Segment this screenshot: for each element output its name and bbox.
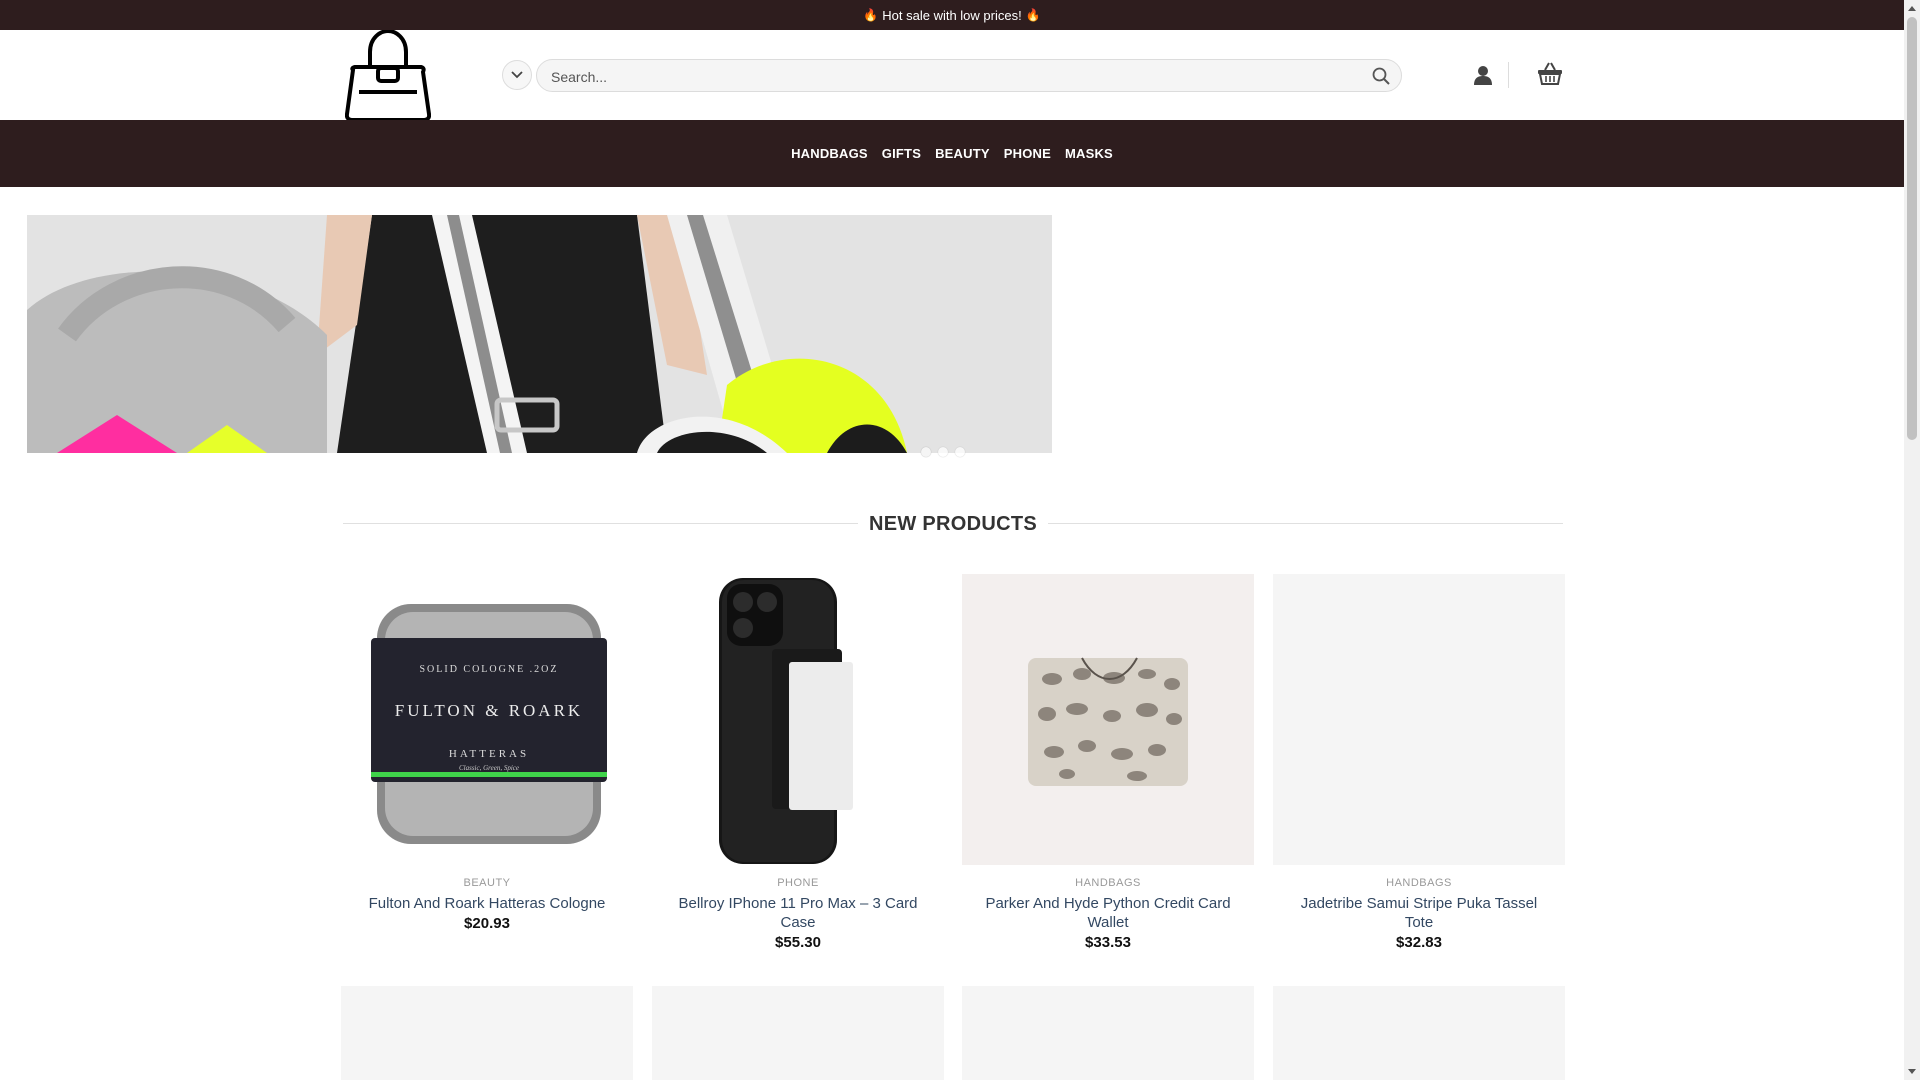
product-price: $55.30 [775, 934, 821, 951]
search-input[interactable] [549, 60, 1353, 93]
product-price: $32.83 [1396, 934, 1442, 951]
product-category: HANDBAGS [1075, 877, 1141, 889]
product-name[interactable]: Fulton And Roark Hatteras Cologne [341, 894, 633, 913]
product-image[interactable] [962, 574, 1254, 865]
nav-item-phone[interactable]: PHONE [1004, 146, 1051, 161]
nav-item-gifts[interactable]: GIFTS [882, 146, 921, 161]
product-price: $33.53 [1085, 934, 1131, 951]
product-name[interactable]: Parker And Hyde Python Credit Card Walle… [962, 894, 1254, 932]
scroll-down-arrow-icon[interactable] [1904, 1064, 1920, 1080]
section-title: NEW PRODUCTS [868, 513, 1038, 535]
cologne-tin-image: SOLID COLOGNE .2OZ FULTON & ROARK HATTER… [341, 574, 633, 865]
nav-item-handbags[interactable]: HANDBAGS [791, 146, 868, 161]
promo-bar: 🔥 Hot sale with low prices! 🔥 [0, 0, 1904, 30]
scroll-up-arrow-icon[interactable] [1904, 0, 1920, 16]
slider-dot[interactable] [921, 447, 931, 457]
python-wallet-image [962, 574, 1254, 865]
search-icon[interactable] [1371, 66, 1391, 86]
slider-dot[interactable] [938, 447, 948, 457]
nav-item-masks[interactable]: MASKS [1065, 146, 1113, 161]
phone-case-image [652, 574, 944, 865]
site-header [0, 28, 1904, 122]
label-top: SOLID COLOGNE .2OZ [419, 664, 558, 675]
product-card[interactable]: HANDBAGS Parker And Hyde Python Credit C… [962, 574, 1254, 951]
product-card[interactable]: HANDBAGS Jadetribe Samui Stripe Puka Tas… [1273, 574, 1565, 951]
main-nav: HANDBAGS GIFTS BEAUTY PHONE MASKS [0, 120, 1904, 187]
product-image-placeholder[interactable] [1273, 986, 1565, 1080]
shopping-bag-logo-icon [344, 28, 432, 122]
page: 🔥 Hot sale with low prices! 🔥 Search... … [0, 0, 1904, 1080]
divider-line [1048, 523, 1563, 524]
product-name[interactable]: Jadetribe Samui Stripe Puka Tassel Tote [1273, 894, 1565, 932]
product-image[interactable]: SOLID COLOGNE .2OZ FULTON & ROARK HATTER… [341, 574, 633, 865]
label-brand: FULTON & ROARK [395, 701, 583, 720]
label-sub: Classic, Green, Spice [459, 764, 519, 772]
product-image[interactable] [652, 574, 944, 865]
product-card[interactable]: SOLID COLOGNE .2OZ FULTON & ROARK HATTER… [341, 574, 633, 932]
product-image[interactable] [1273, 574, 1565, 865]
flame-icon: 🔥 [1025, 8, 1041, 22]
section-header: NEW PRODUCTS [343, 510, 1563, 538]
vertical-scrollbar[interactable] [1904, 0, 1920, 1080]
product-image-placeholder[interactable] [962, 986, 1254, 1080]
cart-basket-icon[interactable] [1537, 62, 1563, 86]
chevron-down-icon [511, 71, 523, 79]
slider-dots [921, 447, 965, 457]
promo-text: Hot sale with low prices! [882, 7, 1022, 23]
site-logo[interactable] [344, 28, 432, 122]
header-divider [1508, 62, 1509, 88]
hero-image [27, 215, 1052, 453]
product-category: BEAUTY [463, 877, 511, 889]
nav-item-beauty[interactable]: BEAUTY [935, 146, 990, 161]
slider-dot[interactable] [955, 447, 965, 457]
label-name: HATTERAS [449, 748, 529, 760]
user-account-icon[interactable] [1472, 64, 1494, 86]
product-category: PHONE [777, 877, 819, 889]
search-box [536, 59, 1402, 93]
flame-icon: 🔥 [863, 8, 879, 22]
scrollbar-thumb[interactable] [1907, 17, 1917, 440]
product-image-placeholder[interactable] [652, 986, 944, 1080]
hero-slider[interactable] [27, 215, 1052, 453]
product-image-placeholder[interactable] [341, 986, 633, 1080]
product-category: HANDBAGS [1386, 877, 1452, 889]
product-price: $20.93 [464, 915, 510, 932]
product-name[interactable]: Bellroy IPhone 11 Pro Max – 3 Card Case [652, 894, 944, 932]
product-card[interactable]: PHONE Bellroy IPhone 11 Pro Max – 3 Card… [652, 574, 944, 951]
category-dropdown-button[interactable] [502, 60, 532, 90]
